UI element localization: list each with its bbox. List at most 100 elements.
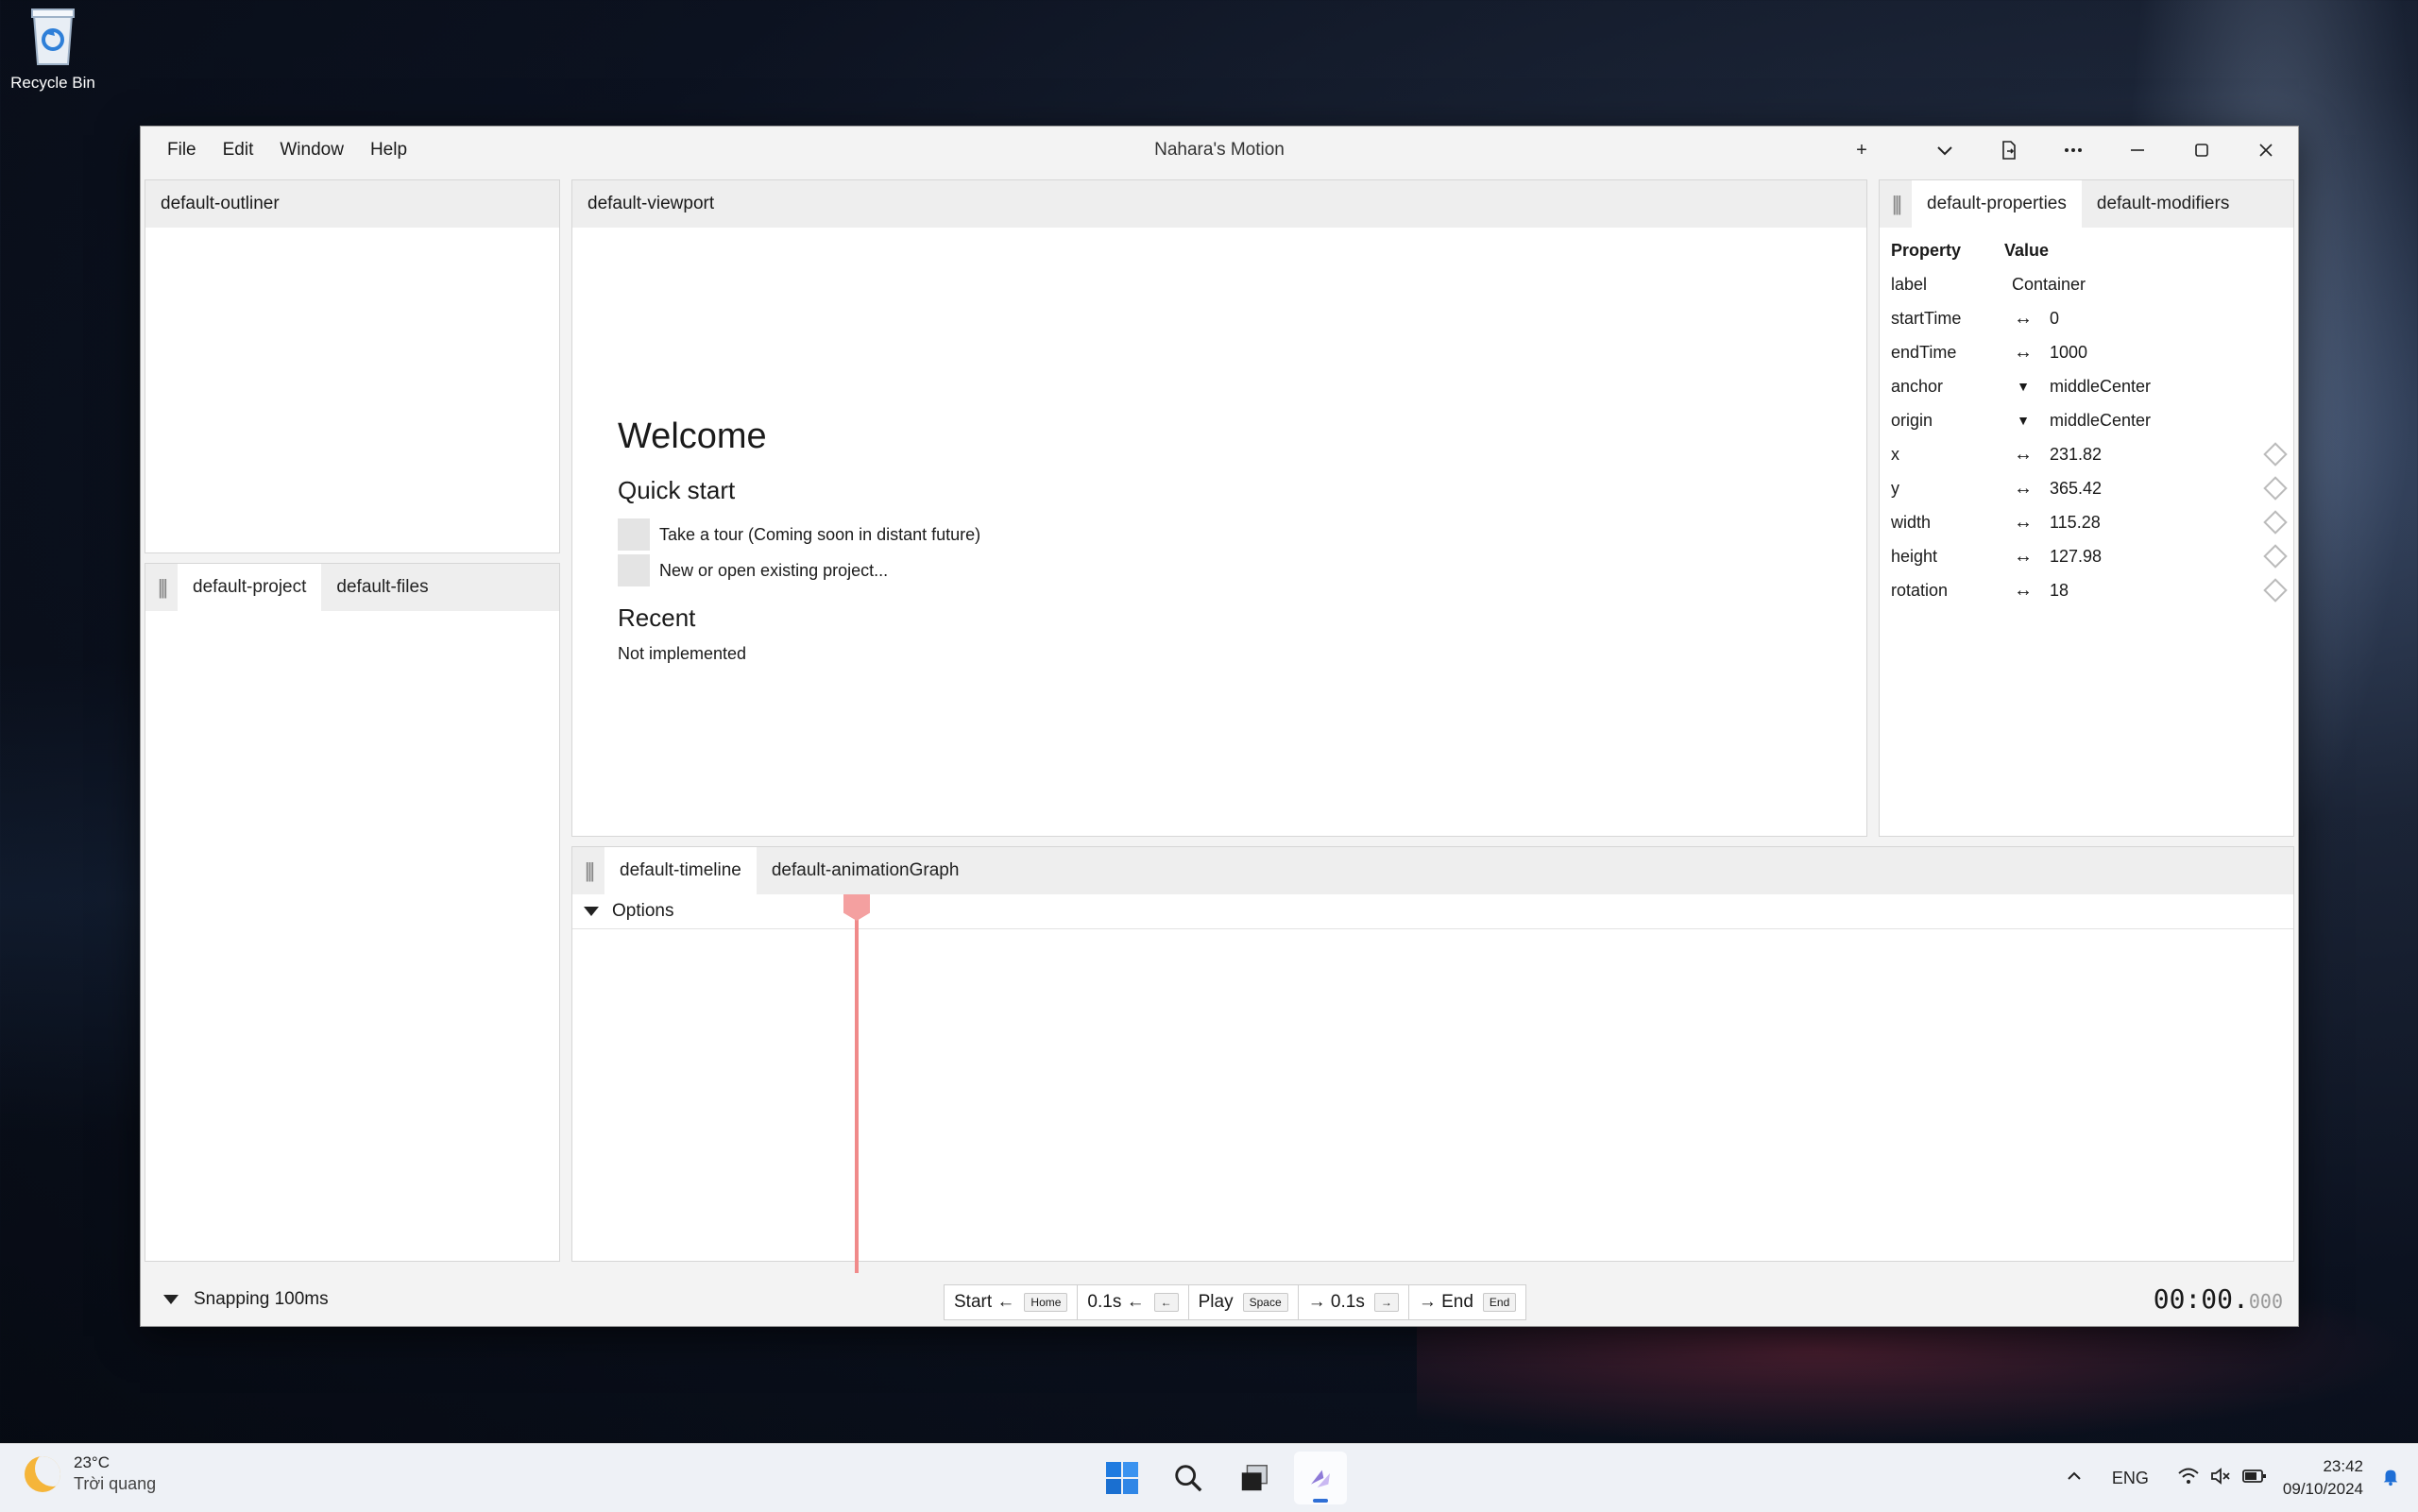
- play-button[interactable]: Play Space: [1189, 1285, 1299, 1319]
- property-value-input[interactable]: 18: [2050, 573, 2069, 607]
- property-value-input[interactable]: Container: [2012, 267, 2086, 301]
- chevron-down-button[interactable]: [1913, 127, 1977, 174]
- recent-text: Not implemented: [618, 644, 747, 663]
- chevron-down-icon: [584, 907, 599, 916]
- maximize-button[interactable]: [2170, 127, 2234, 174]
- export-button[interactable]: [1977, 127, 2041, 174]
- drag-arrows-icon[interactable]: ↔: [2014, 437, 2033, 471]
- snapping-dropdown[interactable]: Snapping 100ms: [154, 1273, 329, 1326]
- tab-project[interactable]: default-project: [178, 564, 322, 611]
- keyframe-diamond-icon[interactable]: [2263, 578, 2288, 603]
- property-key: anchor: [1891, 377, 1944, 396]
- tab-files[interactable]: default-files: [321, 564, 443, 611]
- dropdown-icon[interactable]: ▼: [2014, 369, 2033, 403]
- minimize-button[interactable]: [2105, 127, 2170, 174]
- shortcut-key: ←: [1153, 1293, 1179, 1312]
- search-button[interactable]: [1162, 1452, 1215, 1504]
- property-key: width: [1891, 513, 1932, 532]
- tab-properties[interactable]: default-properties: [1912, 180, 2082, 228]
- property-key: endTime: [1891, 343, 1957, 362]
- property-key: x: [1891, 445, 1899, 464]
- keyframe-diamond-icon[interactable]: [2263, 442, 2288, 467]
- shortcut-key: End: [1482, 1293, 1517, 1312]
- welcome-title: Welcome: [618, 416, 767, 456]
- viewport-panel: default-viewport Welcome Quick start Tak…: [571, 179, 1867, 837]
- step-forward-button[interactable]: → 0.1s →: [1299, 1285, 1409, 1319]
- property-value-select[interactable]: middleCenter: [2050, 369, 2151, 403]
- step-back-button[interactable]: 0.1s ← ←: [1078, 1285, 1189, 1319]
- property-value-input[interactable]: 115.28: [2050, 505, 2101, 539]
- properties-header-row: Property Value: [1891, 233, 2293, 267]
- start-button[interactable]: [1096, 1452, 1149, 1504]
- property-row-y: y ↔ 365.42: [1891, 471, 2293, 505]
- maximize-icon: [2195, 144, 2208, 157]
- keyframe-diamond-icon[interactable]: [2263, 510, 2288, 535]
- options-label: Options: [612, 901, 674, 921]
- shortcut-key: Space: [1242, 1293, 1288, 1312]
- snapping-label: Snapping 100ms: [194, 1289, 329, 1309]
- property-key: label: [1891, 275, 1928, 294]
- property-value-select[interactable]: middleCenter: [2050, 403, 2151, 437]
- quick-start-tour[interactable]: Take a tour (Coming soon in distant futu…: [618, 517, 980, 552]
- battery-icon[interactable]: [2241, 1465, 2268, 1492]
- shortcut-key: →: [1373, 1293, 1399, 1312]
- drag-arrows-icon[interactable]: ↔: [2014, 505, 2033, 539]
- dropdown-icon[interactable]: ▼: [2014, 403, 2033, 437]
- go-to-end-button[interactable]: → End End: [1409, 1285, 1525, 1319]
- go-to-start-button[interactable]: Start ← Home: [945, 1285, 1079, 1319]
- property-value-input[interactable]: 0: [2050, 301, 2059, 335]
- welcome-screen: Welcome Quick start Take a tour (Coming …: [618, 416, 980, 664]
- menu-edit[interactable]: Edit: [210, 140, 267, 161]
- window-controls: +: [1830, 127, 2298, 174]
- menu-file[interactable]: File: [154, 140, 210, 161]
- property-value-input[interactable]: 231.82: [2050, 437, 2102, 471]
- recycle-bin-icon: [26, 6, 79, 68]
- drag-arrows-icon[interactable]: ↔: [2014, 539, 2033, 573]
- property-value-input[interactable]: 127.98: [2050, 539, 2102, 573]
- playhead-line[interactable]: [855, 896, 859, 1282]
- tab-outliner[interactable]: default-outliner: [145, 194, 280, 214]
- go-to-start-label: Start ←: [954, 1292, 1015, 1312]
- tab-animation-graph[interactable]: default-animationGraph: [757, 847, 975, 894]
- more-button[interactable]: [2041, 127, 2105, 174]
- header-value: Value: [2004, 241, 2050, 260]
- property-row-label: label Container: [1891, 267, 2293, 301]
- speaker-muted-icon[interactable]: [2209, 1465, 2232, 1492]
- drag-arrows-icon[interactable]: ↔: [2014, 471, 2033, 505]
- chevron-up-icon[interactable]: [2065, 1467, 2084, 1490]
- keyframe-diamond-icon[interactable]: [2263, 544, 2288, 569]
- tab-modifiers[interactable]: default-modifiers: [2082, 180, 2244, 228]
- timeline-options-row[interactable]: Options: [572, 894, 2293, 929]
- drag-arrows-icon[interactable]: ↔: [2014, 573, 2033, 607]
- drag-arrows-icon[interactable]: ↔: [2014, 335, 2033, 369]
- menu-window[interactable]: Window: [266, 140, 357, 161]
- weather-widget[interactable]: 23°C Trời quang: [25, 1453, 156, 1494]
- recycle-bin-desktop-icon[interactable]: Recycle Bin: [8, 6, 98, 93]
- property-value-input[interactable]: 365.42: [2050, 471, 2102, 505]
- chevron-down-icon: [163, 1295, 179, 1304]
- panel-grip-handle[interactable]: |||: [572, 847, 604, 894]
- tab-viewport[interactable]: default-viewport: [572, 194, 714, 214]
- tab-timeline[interactable]: default-timeline: [604, 847, 757, 894]
- property-value-input[interactable]: 1000: [2050, 335, 2087, 369]
- clock[interactable]: 23:42 09/10/2024: [2283, 1455, 2363, 1501]
- notification-bell-icon[interactable]: [2380, 1466, 2401, 1491]
- search-icon: [1175, 1465, 1202, 1492]
- drag-arrows-icon[interactable]: ↔: [2014, 301, 2033, 335]
- keyframe-diamond-icon[interactable]: [2263, 476, 2288, 501]
- property-row-origin: origin ▼ middleCenter: [1891, 403, 2293, 437]
- quick-start-open-label: New or open existing project...: [659, 560, 889, 580]
- wifi-icon[interactable]: [2177, 1465, 2200, 1492]
- property-key: origin: [1891, 411, 1933, 430]
- new-tab-button[interactable]: +: [1830, 127, 1894, 174]
- property-row-width: width ↔ 115.28: [1891, 505, 2293, 539]
- panel-grip-handle[interactable]: |||: [1880, 180, 1912, 228]
- menu-help[interactable]: Help: [357, 140, 420, 161]
- taskbar-app-naharas-motion[interactable]: [1294, 1452, 1347, 1504]
- close-button[interactable]: [2234, 127, 2298, 174]
- step-forward-label: → 0.1s: [1307, 1292, 1365, 1312]
- quick-start-open-project[interactable]: New or open existing project...: [618, 552, 980, 588]
- panel-grip-handle[interactable]: |||: [145, 564, 178, 611]
- task-view-button[interactable]: [1228, 1452, 1281, 1504]
- language-indicator[interactable]: ENG: [2112, 1469, 2149, 1488]
